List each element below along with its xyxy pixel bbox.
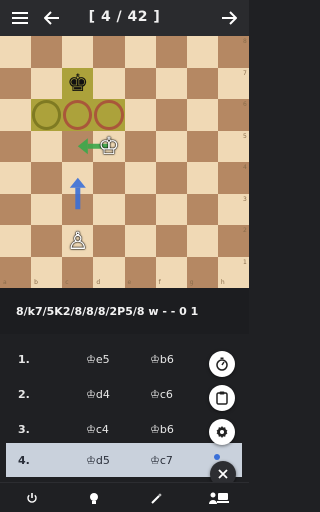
timer-icon[interactable] xyxy=(209,351,235,377)
white-king[interactable]: ♔ xyxy=(93,131,124,162)
black-king[interactable]: ♚ xyxy=(62,68,93,99)
black-move[interactable]: ♔b6 xyxy=(150,423,174,436)
move-row[interactable]: 1. ♔e5 ♔b6 xyxy=(6,342,242,376)
black-move[interactable]: ♔c7 xyxy=(150,454,173,467)
arrow-head xyxy=(69,177,86,188)
move-counter: [ 4 / 42 ] xyxy=(88,9,161,25)
white-pawn[interactable]: ♙ xyxy=(62,225,93,256)
move-list: 1. ♔e5 ♔b6 2. ♔d4 ♔c6 3. ♔c4 ♔b6 4. ♔d5 … xyxy=(0,334,249,487)
move-row[interactable]: 2. ♔d4 ♔c6 xyxy=(6,377,242,411)
fen-string: 8/k7/5K2/8/8/8/2P5/8 w - - 0 1 xyxy=(0,288,249,334)
arrows-layer xyxy=(69,138,109,210)
white-move[interactable]: ♔d5 xyxy=(86,454,110,467)
move-number: 3. xyxy=(18,422,30,436)
move-row[interactable]: 3. ♔c4 ♔b6 xyxy=(6,412,242,446)
black-move[interactable]: ♔b6 xyxy=(150,353,174,366)
black-move[interactable]: ♔c6 xyxy=(150,388,173,401)
lightbulb-icon[interactable] xyxy=(84,488,104,508)
move-number: 4. xyxy=(18,453,30,467)
move-number: 2. xyxy=(18,387,30,401)
move-number: 1. xyxy=(18,352,30,366)
white-move[interactable]: ♔e5 xyxy=(86,353,110,366)
white-move[interactable]: ♔c4 xyxy=(86,423,109,436)
arrow-right-icon[interactable] xyxy=(215,4,243,32)
chess-board[interactable]: 8 7 6 5 4 3 2 a b c d e f g 1 h ♚ ♔ ♙ xyxy=(0,36,249,288)
clipboard-icon[interactable] xyxy=(209,385,235,411)
turn-indicator-dot xyxy=(214,454,220,460)
arrow-head xyxy=(77,138,88,155)
gear-icon[interactable] xyxy=(209,419,235,445)
user-computer-icon[interactable] xyxy=(206,488,232,508)
magic-wand-icon[interactable] xyxy=(146,488,166,508)
white-move[interactable]: ♔d4 xyxy=(86,388,110,401)
top-bar: [ 4 / 42 ] xyxy=(0,0,249,36)
move-row-active[interactable]: 4. ♔d5 ♔c7 xyxy=(6,443,242,477)
power-icon[interactable] xyxy=(22,488,42,508)
bottom-nav xyxy=(0,482,249,512)
